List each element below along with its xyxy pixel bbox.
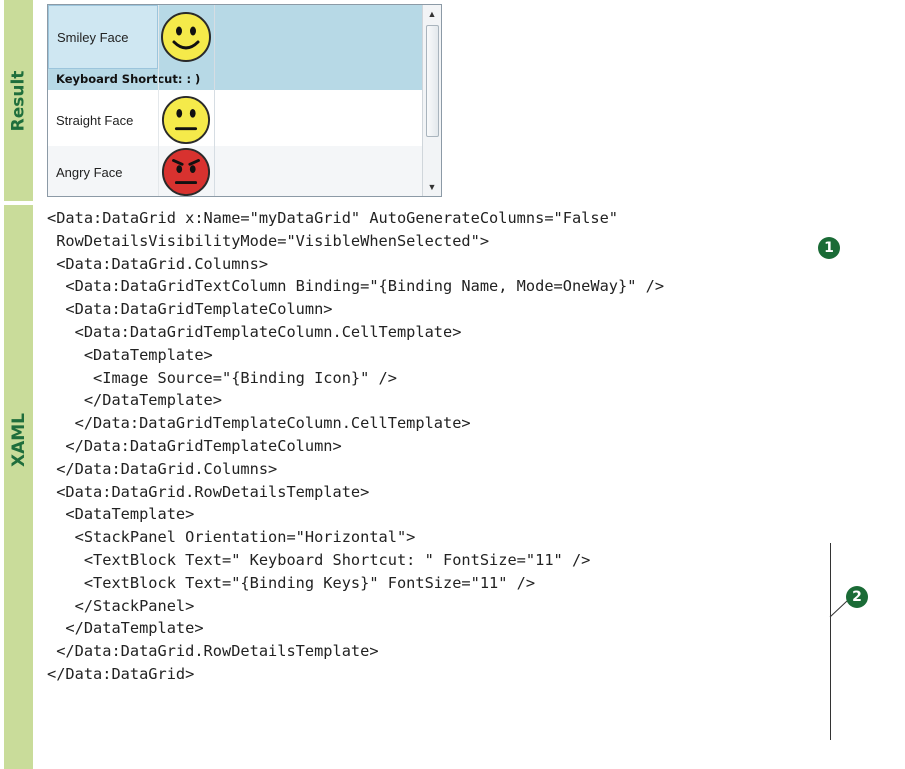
result-band: Result [4,0,33,201]
scroll-down-button[interactable]: ▼ [423,178,441,196]
code-line: <DataTemplate> [47,345,213,364]
result-label: Result [8,70,29,131]
row-details: Keyboard Shortcut: : ) [56,72,201,86]
xaml-code: <Data:DataGrid x:Name="myDataGrid" AutoG… [47,207,664,686]
data-grid[interactable]: Smiley Face Keyboard Shortcut: : ) Strai… [47,4,442,197]
grid-rows: Smiley Face Keyboard Shortcut: : ) Strai… [48,5,423,196]
grid-row-smiley[interactable]: Smiley Face Keyboard Shortcut: : ) [48,5,423,90]
code-line: <Data:DataGridTextColumn Binding="{Bindi… [47,277,665,296]
xaml-band: XAML [4,205,33,769]
grid-row-angry[interactable]: Angry Face [48,146,423,196]
smiley-face-icon [158,5,214,69]
code-line: </Data:DataGrid.RowDetailsTemplate> [47,642,379,661]
code-line: <DataTemplate> [47,505,195,524]
grid-row-straight[interactable]: Straight Face [48,94,423,146]
code-line: </StackPanel> [47,596,195,615]
callout-2: 2 [846,586,868,608]
straight-face-icon [158,94,214,146]
vertical-scrollbar[interactable]: ▲ ▼ [422,5,441,196]
cell-name[interactable]: Straight Face [48,94,158,146]
column-divider [158,5,159,196]
code-line: <StackPanel Orientation="Horizontal"> [47,528,416,547]
code-line: <TextBlock Text="{Binding Keys}" FontSiz… [47,573,536,592]
code-line: <TextBlock Text=" Keyboard Shortcut: " F… [47,550,591,569]
code-line: </DataTemplate> [47,619,204,638]
code-line: </Data:DataGridTemplateColumn.CellTempla… [47,414,471,433]
code-line: RowDetailsVisibilityMode="VisibleWhenSel… [47,231,490,250]
code-line: </Data:DataGrid.Columns> [47,459,278,478]
code-line: <Image Source="{Binding Icon}" /> [47,368,397,387]
code-line: <Data:DataGrid.RowDetailsTemplate> [47,482,370,501]
code-line: </Data:DataGrid> [47,664,195,683]
code-line: </Data:DataGridTemplateColumn> [47,436,342,455]
callout-1: 1 [818,237,840,259]
cell-name[interactable]: Smiley Face [48,5,158,69]
code-line: <Data:DataGridTemplateColumn> [47,300,333,319]
column-divider [214,5,215,196]
code-line: <Data:DataGrid x:Name="myDataGrid" AutoG… [47,209,618,227]
code-line: <Data:DataGrid.Columns> [47,254,269,273]
angry-face-icon [158,146,214,196]
xaml-label: XAML [8,412,29,468]
code-line: </DataTemplate> [47,391,222,410]
cell-name[interactable]: Angry Face [48,146,158,196]
bracket-line [830,543,831,740]
scroll-thumb[interactable] [426,25,439,137]
code-line: <Data:DataGridTemplateColumn.CellTemplat… [47,322,462,341]
scroll-up-button[interactable]: ▲ [423,5,441,23]
